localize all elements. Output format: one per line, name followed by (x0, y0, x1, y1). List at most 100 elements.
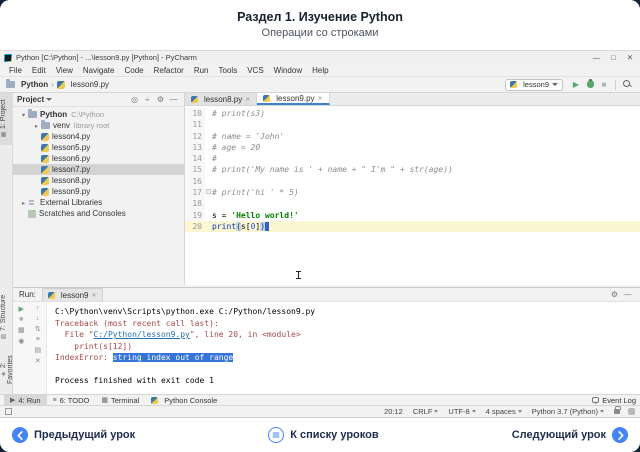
menu-help[interactable]: Help (307, 66, 333, 75)
menu-view[interactable]: View (51, 66, 78, 75)
maximize-icon[interactable]: □ (611, 53, 616, 62)
stop-button[interactable]: ■ (597, 80, 611, 89)
up-stack-icon[interactable]: ↑ (36, 305, 40, 312)
stop-icon[interactable]: ■ (19, 316, 23, 323)
toolwindow-button-label: Terminal (111, 396, 139, 405)
pin-icon[interactable]: ◉ (18, 337, 24, 345)
close-icon[interactable]: ✕ (627, 53, 633, 62)
restore-layout-icon[interactable]: ▦ (18, 326, 25, 334)
status-20-12[interactable]: 20:12 (384, 407, 403, 416)
status-4-spaces[interactable]: 4 spaces (486, 407, 522, 416)
main-toolbar: Python › lesson9.py lesson9 ▶ ■ (0, 77, 640, 93)
sidebar-tab-project[interactable]: ▦ 1: Project (0, 93, 13, 145)
code-token: # print(s3) (212, 109, 265, 118)
menu-navigate[interactable]: Navigate (78, 66, 120, 75)
arrow-left-icon (12, 427, 28, 443)
inspections-icon[interactable] (628, 408, 635, 415)
toolwindow-button-run[interactable]: ▶4: Run (4, 395, 47, 406)
tree-item[interactable]: ▾PythonC:\Python (13, 109, 184, 120)
console-output[interactable]: C:\Python\venv\Scripts\python.exe C:/Pyt… (47, 302, 640, 397)
console-line: File "C:/Python/lesson9.py", line 20, in… (55, 329, 640, 341)
line-number: 14 (185, 153, 205, 164)
gear-icon[interactable]: ⚙ (154, 95, 167, 104)
lesson-list-button[interactable]: К списку уроков (268, 427, 378, 443)
debug-button[interactable] (583, 80, 597, 90)
tree-item[interactable]: ▸venvlibrary root (13, 120, 184, 131)
tree-item-label: Python (40, 110, 67, 119)
previous-lesson-button[interactable]: Предыдущий урок (12, 427, 135, 443)
editor-area[interactable]: lesson8.py✕ lesson9.py ✕ 10# print(s3)1112… (185, 93, 640, 285)
sidebar-tab-favorites[interactable]: ★ 2: Favorites (0, 345, 13, 395)
hide-panel-icon[interactable]: — (167, 95, 180, 104)
console-tab-lesson9[interactable]: lesson9 ✕ (42, 288, 103, 301)
collapse-all-icon[interactable]: ÷ (141, 95, 154, 104)
console-header: Run: lesson9 ✕ ⚙ — (13, 288, 640, 302)
tree-item[interactable]: ▸≣External Libraries (13, 197, 184, 208)
next-lesson-button[interactable]: Следующий урок (512, 427, 628, 443)
menu-tools[interactable]: Tools (214, 66, 243, 75)
line-number: 20 (185, 221, 205, 232)
event-log-button[interactable]: Event Log (592, 396, 636, 405)
status-python-3-7-python-[interactable]: Python 3.7 (Python) (532, 407, 604, 416)
menu-file[interactable]: File (4, 66, 27, 75)
status-text: CRLF (413, 407, 433, 416)
run-config-selector[interactable]: lesson9 (505, 79, 563, 91)
search-everywhere-button[interactable] (620, 80, 634, 90)
breadcrumb-file[interactable]: lesson9.py (71, 80, 109, 89)
line-number: 12 (185, 131, 205, 142)
down-stack-icon[interactable]: ↓ (36, 315, 40, 322)
fold-gutter (205, 210, 212, 221)
console-token: Process finished with exit code 1 (55, 376, 214, 385)
tree-item[interactable]: lesson4.py (13, 131, 184, 142)
menu-run[interactable]: Run (189, 66, 214, 75)
breadcrumb-project[interactable]: Python (21, 80, 48, 89)
code-editor[interactable]: 10# print(s3)1112# name = 'John'13# age … (185, 106, 640, 232)
close-icon[interactable]: ✕ (245, 96, 250, 103)
minimize-icon[interactable]: — (593, 53, 601, 62)
tree-item[interactable]: Scratches and Consoles (13, 208, 184, 219)
toolwindow-button-terminal[interactable]: ▦Terminal (95, 395, 145, 406)
tree-item[interactable]: lesson7.py (13, 164, 184, 175)
toolwindow-toggle-icon[interactable] (5, 408, 12, 415)
code-token: s = (212, 211, 231, 220)
toolwindow-button-python[interactable]: Python Console (145, 395, 223, 406)
toolwindow-button-todo[interactable]: ≡6: TODO (47, 395, 96, 406)
tree-item[interactable]: lesson5.py (13, 142, 184, 153)
locate-file-icon[interactable]: ◎ (128, 95, 141, 104)
lock-icon[interactable] (614, 409, 620, 414)
editor-tab-lesson9.py[interactable]: lesson9.py ✕ (257, 93, 329, 105)
left-toolwindow-stripe: ▦ 1: Project ▤ 7: Structure ★ 2: Favorit… (0, 93, 13, 394)
menu-vcs[interactable]: VCS (242, 66, 268, 75)
tree-item[interactable]: lesson8.py (13, 175, 184, 186)
scroll-end-icon[interactable]: ⇅ (35, 325, 41, 333)
lesson-subtitle: Операции со строками (0, 24, 640, 39)
project-panel-title[interactable]: Project (17, 95, 44, 104)
soft-wrap-icon[interactable]: ≡ (36, 336, 40, 343)
pycharm-window: Python [C:\Python] - ...\lesson9.py [Pyt… (0, 50, 640, 418)
sidebar-tab-structure[interactable]: ▤ 7: Structure (0, 291, 13, 343)
close-icon[interactable]: ✕ (318, 95, 323, 102)
menu-edit[interactable]: Edit (27, 66, 51, 75)
menu-refactor[interactable]: Refactor (149, 66, 189, 75)
editor-tab-lesson8.py[interactable]: lesson8.py✕ (185, 93, 257, 105)
gear-icon[interactable]: ⚙ (608, 290, 621, 299)
code-token: s[ (241, 222, 251, 231)
menu-code[interactable]: Code (119, 66, 148, 75)
tree-item[interactable]: lesson6.py (13, 153, 184, 164)
print-icon[interactable]: ▤ (34, 346, 41, 354)
status-utf-8[interactable]: UTF-8 (448, 407, 475, 416)
editor-tab-label: lesson9.py (276, 94, 314, 103)
tree-item[interactable]: lesson9.py (13, 186, 184, 197)
clear-console-icon[interactable]: ✕ (35, 357, 41, 365)
status-crlf[interactable]: CRLF (413, 407, 439, 416)
menu-window[interactable]: Window (269, 66, 307, 75)
console-token: string index out of range (113, 353, 233, 362)
console-line: print(s[12]) (55, 341, 640, 353)
run-button[interactable]: ▶ (569, 80, 583, 89)
hide-panel-icon[interactable]: — (621, 290, 634, 299)
lesson-card: Раздел 1. Изучение Python Операции со ст… (0, 0, 640, 452)
console-file-link[interactable]: C:/Python/lesson9.py (94, 330, 190, 339)
rerun-icon[interactable]: ▶ (19, 305, 24, 313)
code-text: # age = 20 (212, 142, 260, 153)
close-icon[interactable]: ✕ (91, 292, 96, 299)
